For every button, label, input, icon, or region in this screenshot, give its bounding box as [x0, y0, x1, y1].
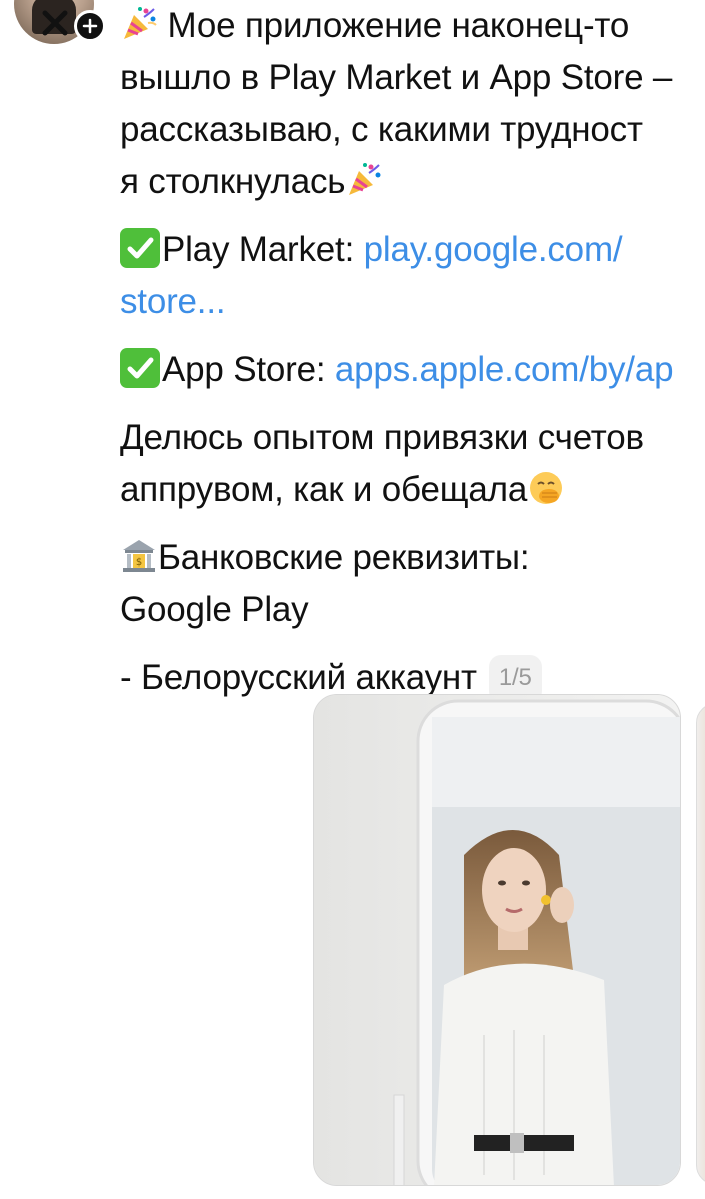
- app-store-label: App Store:: [162, 350, 335, 389]
- check-mark-button-icon: [120, 228, 160, 268]
- bank-label: Банковские реквизиты:: [158, 538, 530, 577]
- play-market-link[interactable]: play.google.com/: [364, 230, 623, 269]
- svg-text:$: $: [136, 557, 142, 568]
- bank-icon: $: [123, 540, 155, 572]
- follow-plus-button[interactable]: [74, 10, 106, 42]
- mirror-selfie-image: [314, 695, 680, 1185]
- intro-line-1: Мое приложение наконец-то: [167, 6, 630, 45]
- post-photo[interactable]: [313, 694, 681, 1186]
- share-line-2: аппрувом, как и обещала: [120, 470, 528, 509]
- avatar-x-mark: [42, 10, 68, 36]
- party-popper-icon: [349, 163, 381, 195]
- check-mark-button-icon: [120, 348, 160, 388]
- bank-paragraph: $ Банковские реквизиты: Google Play: [120, 532, 705, 636]
- face-with-hand-over-mouth-icon: [530, 472, 563, 504]
- belarus-account-label: - Белорусский аккаунт: [120, 658, 477, 697]
- thread-post-screen: Мое приложение наконец-то вышло в Play M…: [0, 0, 705, 1199]
- intro-line-2: вышло в Play Market и App Store –: [120, 58, 673, 97]
- app-store-line: App Store: apps.apple.com/by/ap: [120, 344, 705, 396]
- party-popper-icon: [124, 7, 157, 39]
- share-line-1: Делюсь опытом привязки счетов: [120, 418, 644, 457]
- post-intro: Мое приложение наконец-то вышло в Play M…: [120, 0, 705, 208]
- play-market-line: Play Market: play.google.com/ store...: [120, 224, 705, 328]
- post-body: Мое приложение наконец-то вышло в Play M…: [120, 0, 705, 720]
- intro-line-4: я столкнулась: [120, 162, 346, 201]
- intro-line-3: рассказываю, с какими трудност: [120, 110, 643, 149]
- google-play-label: Google Play: [120, 590, 309, 629]
- play-market-link-cont[interactable]: store...: [120, 282, 226, 321]
- plus-icon: [82, 18, 98, 34]
- play-market-label: Play Market:: [162, 230, 364, 269]
- sharing-paragraph: Делюсь опытом привязки счетов аппрувом, …: [120, 412, 705, 516]
- next-photo-peek[interactable]: [696, 703, 705, 1185]
- app-store-link[interactable]: apps.apple.com/by/ap: [335, 350, 674, 389]
